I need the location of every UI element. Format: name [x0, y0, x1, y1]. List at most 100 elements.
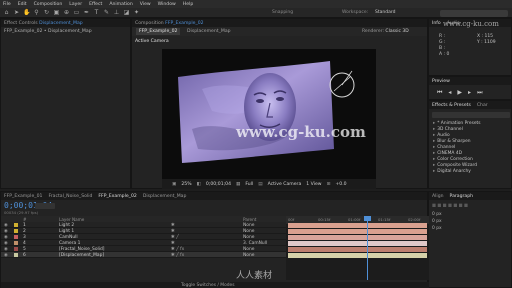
- layer-switches[interactable]: ✱: [171, 229, 175, 234]
- menu-effect[interactable]: Effect: [89, 2, 102, 7]
- parent-select[interactable]: None: [243, 253, 254, 258]
- menu-composition[interactable]: Composition: [34, 2, 63, 7]
- layer-duration-bar[interactable]: [288, 223, 427, 228]
- mask-tool-icon[interactable]: ▭: [73, 9, 80, 16]
- play-icon[interactable]: ▶: [457, 89, 462, 97]
- label-color-swatch[interactable]: [14, 229, 18, 233]
- label-color-swatch[interactable]: [14, 235, 18, 239]
- indent-right-value[interactable]: 0 px: [432, 219, 442, 224]
- composition-viewer[interactable]: www.cg-ku.com ▣ 25% ◧ 0;00;01;04 ▦ Full …: [162, 49, 376, 189]
- pan-behind-tool-icon[interactable]: ⊕: [63, 9, 70, 16]
- region-icon[interactable]: ▦: [236, 182, 240, 187]
- label-color-swatch[interactable]: [14, 223, 18, 227]
- tab-ffp-example-02[interactable]: FFP_Example_02: [98, 194, 136, 199]
- layer-search-input[interactable]: [35, 203, 55, 209]
- eye-icon[interactable]: ◉: [4, 253, 8, 258]
- view-layout-select[interactable]: 1 View: [306, 182, 321, 187]
- selection-tool-icon[interactable]: ➤: [13, 9, 20, 16]
- workspace-select[interactable]: Standard: [375, 10, 395, 15]
- column-layer-name[interactable]: Layer Name: [59, 217, 84, 222]
- clone-tool-icon[interactable]: ⊥: [113, 9, 120, 16]
- viewer-timecode[interactable]: 0;00;01;04: [206, 182, 231, 187]
- label-color-swatch[interactable]: [14, 253, 18, 257]
- tab-paragraph[interactable]: Paragraph: [450, 194, 474, 199]
- help-search-input[interactable]: [440, 9, 508, 17]
- parent-select[interactable]: 3. CamNull: [243, 241, 267, 246]
- layer-name[interactable]: Light 1: [59, 229, 74, 234]
- last-frame-icon[interactable]: ⏭: [477, 89, 482, 97]
- parent-select[interactable]: None: [243, 247, 254, 252]
- exposure-value[interactable]: +0.0: [335, 182, 346, 187]
- layer-duration-bar[interactable]: [288, 247, 427, 252]
- layer-name[interactable]: Light 2: [59, 223, 74, 228]
- tab-info[interactable]: Info: [432, 21, 441, 26]
- home-icon[interactable]: ⌂: [3, 9, 10, 16]
- tab-align[interactable]: Align: [432, 194, 444, 199]
- list-item[interactable]: ▸ Digital Anarchy: [433, 169, 481, 175]
- layer-switches[interactable]: ✱ ╱ fx: [171, 253, 184, 258]
- zoom-select[interactable]: 25%: [181, 182, 191, 187]
- hand-tool-icon[interactable]: ✋: [23, 9, 30, 16]
- menu-file[interactable]: File: [3, 2, 11, 7]
- prev-frame-icon[interactable]: ◂: [448, 89, 451, 97]
- current-time-handle[interactable]: [363, 216, 371, 221]
- eye-icon[interactable]: ◉: [4, 247, 8, 252]
- camera-view-select[interactable]: Active Camera: [268, 182, 302, 187]
- label-color-swatch[interactable]: [14, 247, 18, 251]
- tab-preview[interactable]: Preview: [432, 79, 450, 84]
- grid-icon[interactable]: ⊞: [327, 182, 331, 187]
- type-tool-icon[interactable]: T: [93, 9, 100, 16]
- tab-fractal-noise-solid[interactable]: Fractal_Noise_Solid: [48, 194, 92, 199]
- tab-effects-presets[interactable]: Effects & Presets: [432, 103, 471, 108]
- parent-select[interactable]: None: [243, 235, 254, 240]
- magnification-icon[interactable]: ▣: [172, 182, 176, 187]
- indent-left-value[interactable]: 0 px: [432, 212, 442, 217]
- transparency-grid-icon[interactable]: ▤: [258, 182, 262, 187]
- first-frame-icon[interactable]: ⏮: [437, 89, 442, 97]
- parent-select[interactable]: None: [243, 223, 254, 228]
- tab-effect-controls[interactable]: Effect Controls Displacement_Map: [4, 21, 83, 26]
- menu-window[interactable]: Window: [158, 2, 176, 7]
- menu-animation[interactable]: Animation: [109, 2, 132, 7]
- layer-duration-bar[interactable]: [288, 241, 427, 246]
- zoom-tool-icon[interactable]: ⚲: [33, 9, 40, 16]
- tab-displacement-map[interactable]: Displacement_Map: [143, 194, 187, 199]
- paragraph-align-buttons[interactable]: ☰ ☰ ☰ ☰ ☰ ☰ ☰: [432, 204, 468, 209]
- brush-tool-icon[interactable]: ✎: [103, 9, 110, 16]
- eraser-tool-icon[interactable]: ◪: [123, 9, 130, 16]
- current-time-indicator[interactable]: [366, 216, 368, 280]
- layer-name[interactable]: [Fractal_Noise_Solid]: [59, 247, 104, 252]
- layer-name[interactable]: [Displacement_Map]: [59, 253, 104, 258]
- timeline-tracks[interactable]: 00f 00:15f 01:00f 01:15f 02:00f: [286, 216, 429, 280]
- layer-name[interactable]: CamNull: [59, 235, 78, 240]
- eye-icon[interactable]: ◉: [4, 229, 8, 234]
- next-frame-icon[interactable]: ▸: [468, 89, 471, 97]
- layer-name[interactable]: Camera 1: [59, 241, 80, 246]
- layer-duration-bar[interactable]: [288, 253, 427, 258]
- snapping-label[interactable]: Snapping: [272, 10, 293, 15]
- menu-view[interactable]: View: [140, 2, 151, 7]
- eye-icon[interactable]: ◉: [4, 223, 8, 228]
- column-parent[interactable]: Parent: [243, 217, 256, 222]
- layer-duration-bar[interactable]: [288, 235, 427, 240]
- layer-switches[interactable]: ✱: [171, 223, 175, 228]
- layer-switches[interactable]: ✱ ╱: [171, 235, 179, 240]
- camera-tool-icon[interactable]: ▣: [53, 9, 60, 16]
- effects-search-input[interactable]: [432, 112, 510, 118]
- subtab-ffp-example-02[interactable]: FFP_Example_02: [136, 28, 181, 35]
- puppet-tool-icon[interactable]: ✦: [133, 9, 140, 16]
- subtab-displacement-map[interactable]: Displacement_Map: [184, 28, 234, 35]
- pen-tool-icon[interactable]: ✒: [83, 9, 90, 16]
- menu-layer[interactable]: Layer: [69, 2, 82, 7]
- eye-icon[interactable]: ◉: [4, 235, 8, 240]
- rotate-tool-icon[interactable]: ↻: [43, 9, 50, 16]
- resolution-select[interactable]: Full: [245, 182, 253, 187]
- parent-select[interactable]: None: [243, 229, 254, 234]
- tab-ffp-example-01[interactable]: FFP_Example_01: [4, 194, 42, 199]
- menu-help[interactable]: Help: [183, 2, 193, 7]
- layer-switches[interactable]: ✱ ╱ fx: [171, 247, 184, 252]
- layer-duration-bar[interactable]: [288, 229, 427, 234]
- space-before-value[interactable]: 0 px: [432, 226, 442, 231]
- layer-switches[interactable]: ✱: [171, 241, 175, 246]
- label-color-swatch[interactable]: [14, 241, 18, 245]
